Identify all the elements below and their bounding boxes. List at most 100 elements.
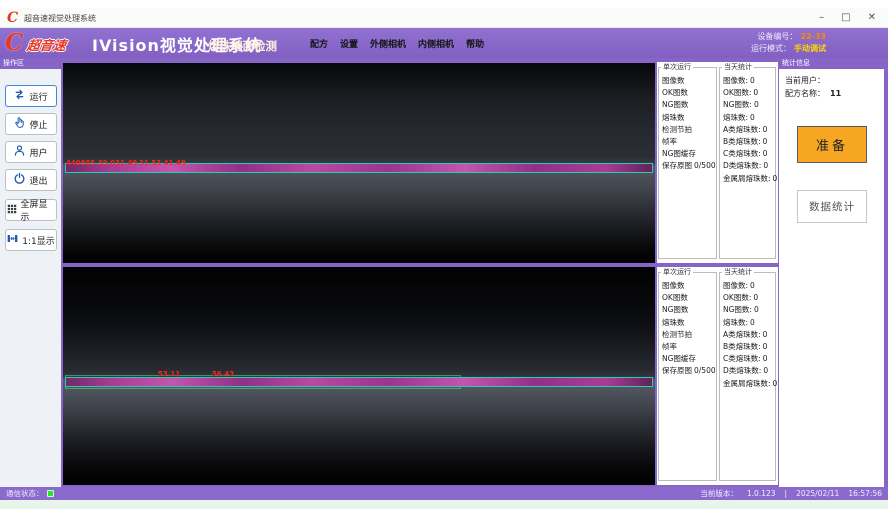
stat-label: 熔珠数 xyxy=(662,113,685,122)
exit-button[interactable]: 退出 xyxy=(5,169,57,191)
stat-label: NG图数: xyxy=(723,305,752,314)
menu-item[interactable]: 外侧相机 xyxy=(370,37,406,50)
run-mode-value: 手动调试 xyxy=(794,44,826,53)
menu-item[interactable]: 配方 xyxy=(310,37,328,50)
stat-value: 0 xyxy=(750,281,755,290)
app-logo-icon: C xyxy=(7,10,18,26)
menu-item[interactable]: 内侧相机 xyxy=(418,37,454,50)
stop-button[interactable]: 停止 xyxy=(5,113,57,135)
operations-sidebar: 操作区 运行 停止 用户 退出 xyxy=(0,58,62,487)
stat-row: B类熔珠数:0 xyxy=(723,136,774,148)
stat-row: D类熔珠数:0 xyxy=(723,365,774,377)
stat-label: 图像数: xyxy=(723,281,748,290)
prepare-button[interactable]: 准备 xyxy=(797,126,867,163)
single-run-groupbox: 单次运行 图像数OK图数NG图数熔珠数检测节拍帧率NG图缓存保存原图0/500 xyxy=(658,67,717,259)
camera-image-top: 440805.39.031.49 31.53 41.49 xyxy=(63,63,655,263)
minimize-button[interactable]: – xyxy=(819,12,824,23)
status-date: 2025/02/11 xyxy=(796,489,839,498)
stat-label: C类熔珠数: xyxy=(723,149,761,158)
stat-label: D类熔珠数: xyxy=(723,161,761,170)
fullscreen-button-label: 全屏显示 xyxy=(21,197,56,223)
app-header: C 超音速 IVision视觉处理系统 熔珠端面检测 配方设置外侧相机内侧相机帮… xyxy=(0,28,888,58)
camera-image-bottom: 53.11 56.43 xyxy=(63,267,655,485)
measurement-annotation: 440805.39.031.49 xyxy=(66,159,137,167)
comm-status-indicator xyxy=(47,490,54,497)
user-button-label: 用户 xyxy=(29,146,47,159)
one-to-one-button[interactable]: 1:1显示 xyxy=(5,229,57,251)
stat-label: 熔珠数: xyxy=(723,318,748,327)
stat-row: 图像数 xyxy=(662,75,715,87)
version-label: 当前版本： xyxy=(700,488,738,499)
stat-label: 保存原图 xyxy=(662,366,692,375)
stat-row: NG图数 xyxy=(662,99,715,111)
groupbox-title: 单次运行 xyxy=(661,63,693,72)
run-icon xyxy=(13,88,26,104)
stat-row: 检测节拍 xyxy=(662,329,715,341)
fullscreen-grid-icon xyxy=(6,203,18,218)
measurement-annotation: 56.43 xyxy=(212,370,234,378)
stat-row: 金属屑熔珠数:0 xyxy=(723,173,774,185)
stats-section-bottom: 单次运行 图像数OK图数NG图数熔珠数检测节拍帧率NG图缓存保存原图0/500 … xyxy=(657,267,778,485)
close-button[interactable]: ✕ xyxy=(868,12,876,23)
statusbar-separator: | xyxy=(785,489,788,498)
window-title: 超音速视觉处理系统 xyxy=(24,13,96,24)
main-area: 操作区 运行 停止 用户 退出 xyxy=(0,58,888,487)
groupbox-title: 单次运行 xyxy=(661,268,693,277)
stat-label: 金属屑熔珠数: xyxy=(723,174,771,183)
stat-label: OK图数: xyxy=(723,88,751,97)
daily-stats-groupbox: 当天统计 图像数:0OK图数:0NG图数:0熔珠数:0A类熔珠数:0B类熔珠数:… xyxy=(719,272,776,481)
stat-label: B类熔珠数: xyxy=(723,342,761,351)
exit-button-label: 退出 xyxy=(29,174,47,187)
stat-row: 熔珠数 xyxy=(662,112,715,124)
stat-row: 熔珠数:0 xyxy=(723,112,774,124)
stat-row: B类熔珠数:0 xyxy=(723,341,774,353)
stat-row: NG图数:0 xyxy=(723,304,774,316)
stat-label: A类熔珠数: xyxy=(723,330,761,339)
stat-value: 0 xyxy=(763,366,768,375)
titlebar: C 超音速视觉处理系统 – □ ✕ xyxy=(0,8,888,28)
user-button[interactable]: 用户 xyxy=(5,141,57,163)
stat-label: 帧率 xyxy=(662,342,677,351)
stat-value: 0 xyxy=(763,137,768,146)
measurement-annotation: 53.11 xyxy=(158,370,180,378)
stat-label: 检测节拍 xyxy=(662,125,692,134)
stat-row: NG图数 xyxy=(662,304,715,316)
maximize-button[interactable]: □ xyxy=(841,12,850,23)
fullscreen-button[interactable]: 全屏显示 xyxy=(5,199,57,221)
stat-label: OK图数 xyxy=(662,293,688,302)
stat-row: 图像数:0 xyxy=(723,280,774,292)
detected-strip-overlay xyxy=(65,377,653,387)
stat-label: NG图缓存 xyxy=(662,149,696,158)
stat-value: 0/500 xyxy=(694,161,716,170)
stat-label: 熔珠数: xyxy=(723,113,748,122)
menu-item[interactable]: 设置 xyxy=(340,37,358,50)
stat-value: 0 xyxy=(763,342,768,351)
stat-label: 帧率 xyxy=(662,137,677,146)
menu-item[interactable]: 帮助 xyxy=(466,37,484,50)
stat-label: 保存原图 xyxy=(662,161,692,170)
data-stats-button[interactable]: 数据统计 xyxy=(797,190,867,223)
brand-logo-icon: C xyxy=(5,29,23,56)
stat-row: 帧率 xyxy=(662,341,715,353)
device-number-label: 设备编号： xyxy=(757,32,797,41)
stat-label: NG图数 xyxy=(662,100,688,109)
stat-row: 保存原图0/500 xyxy=(662,160,715,172)
stat-label: 熔珠数 xyxy=(662,318,685,327)
info-panel-title: 统计信息 xyxy=(779,58,886,69)
user-icon xyxy=(13,144,26,160)
stat-row: NG图缓存 xyxy=(662,353,715,365)
run-mode-label: 运行模式： xyxy=(751,44,791,53)
recipe-name-label: 配方名称： xyxy=(785,89,825,98)
power-icon xyxy=(13,172,26,188)
stat-row: 金属屑熔珠数:0 xyxy=(723,378,774,390)
stat-label: NG图数 xyxy=(662,305,688,314)
stat-value: 0 xyxy=(750,318,755,327)
stat-label: 检测节拍 xyxy=(662,330,692,339)
stat-label: 图像数 xyxy=(662,76,685,85)
run-button[interactable]: 运行 xyxy=(5,85,57,107)
stop-button-label: 停止 xyxy=(29,118,47,131)
stats-column: 单次运行 图像数OK图数NG图数熔珠数检测节拍帧率NG图缓存保存原图0/500 … xyxy=(657,58,778,487)
device-info: 设备编号：22-33 运行模式：手动调试 xyxy=(751,31,826,55)
stat-row: NG图数:0 xyxy=(723,99,774,111)
comm-status-label: 通信状态： xyxy=(6,488,44,499)
